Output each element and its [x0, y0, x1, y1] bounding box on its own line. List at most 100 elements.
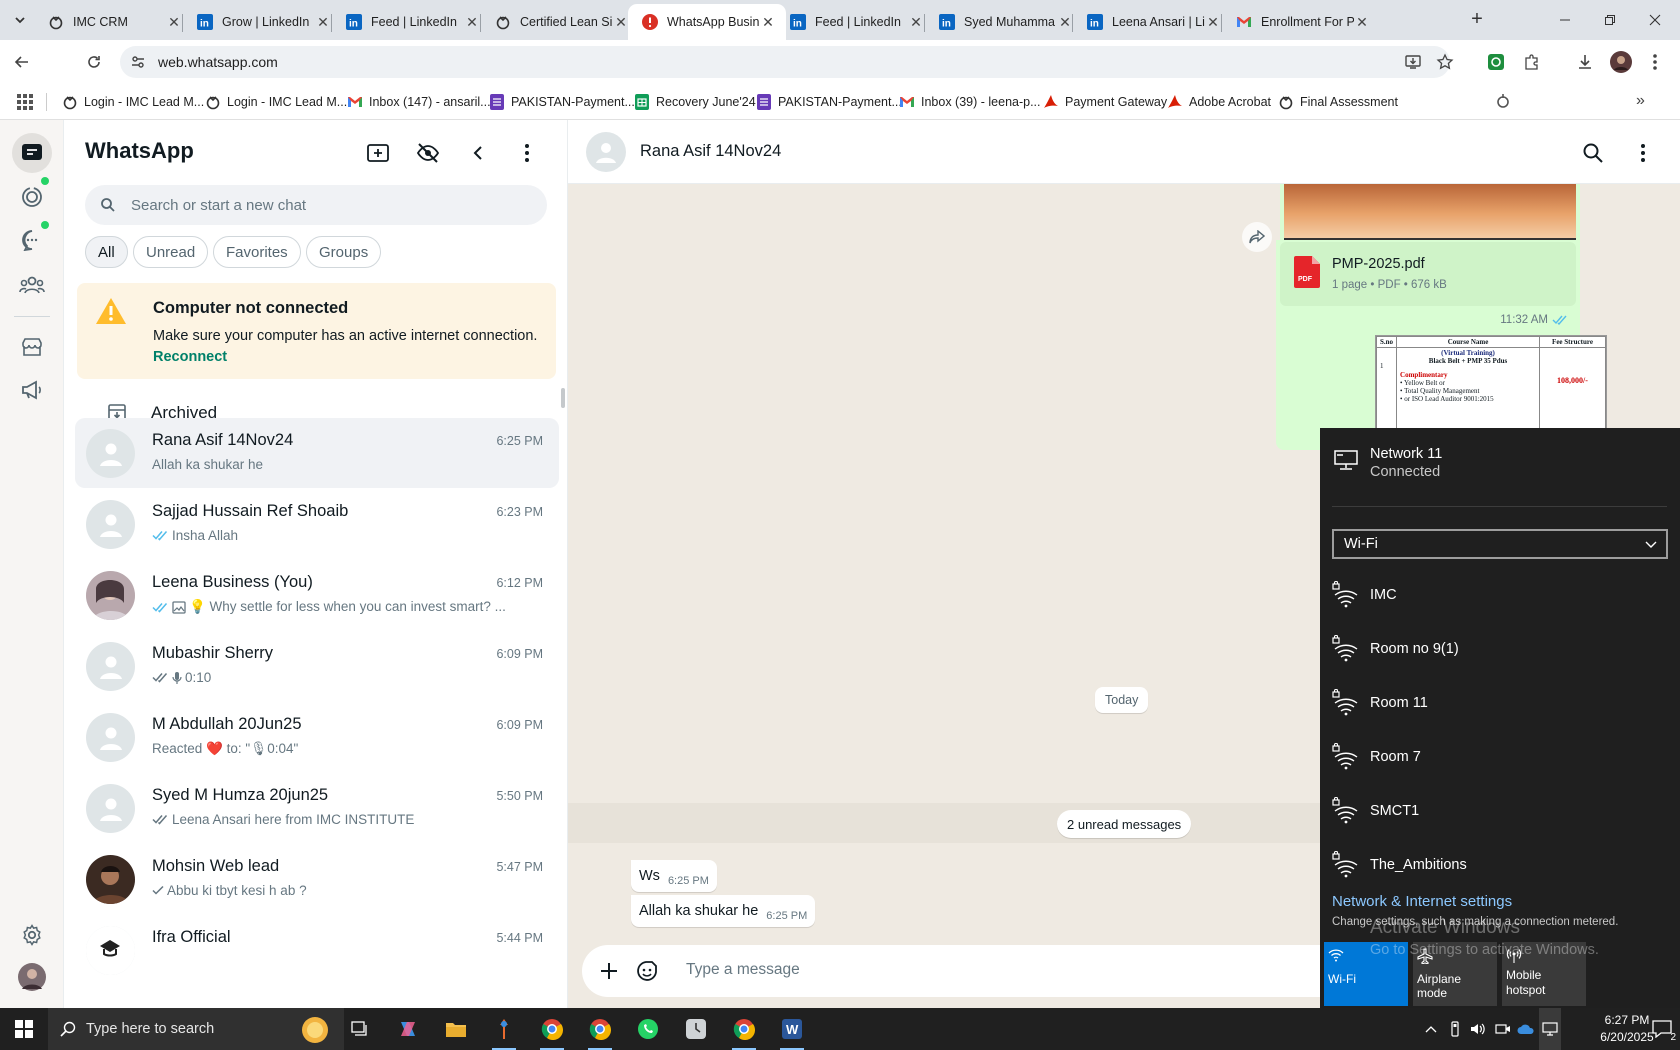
more-bookmarks-button[interactable]: »: [1636, 92, 1645, 110]
browser-tab[interactable]: in Feed | LinkedIn ✕: [776, 4, 934, 40]
extensions-button[interactable]: [1521, 51, 1543, 73]
conversation-search-button[interactable]: [1580, 140, 1606, 166]
close-tab-icon[interactable]: ✕: [1057, 14, 1073, 30]
avatar[interactable]: [86, 642, 135, 691]
apps-grid-button[interactable]: [17, 94, 33, 110]
bookmark-item[interactable]: Inbox (147) - ansaril...: [347, 92, 491, 112]
chat-list-item[interactable]: Mohsin Web lead 5:47 PM Abbu ki tbyt kesi …: [75, 844, 559, 914]
file-explorer-app[interactable]: [432, 1008, 480, 1050]
avatar[interactable]: [86, 855, 135, 904]
volume-tray-icon[interactable]: [1467, 1008, 1489, 1050]
show-hidden-icons-button[interactable]: [1420, 1008, 1442, 1050]
chat-list-item[interactable]: M Abdullah 20Jun25 6:09 PM Reacted ❤️ to: …: [75, 702, 559, 772]
browser-tab[interactable]: in Leena Ansari | Li ✕: [1073, 4, 1231, 40]
image-thumbnail[interactable]: [1284, 184, 1576, 240]
filter-favorites[interactable]: Favorites: [213, 236, 301, 268]
avatar[interactable]: [86, 500, 135, 549]
browser-tab[interactable]: Certified Lean Si ✕: [481, 4, 639, 40]
close-window-button[interactable]: [1630, 0, 1680, 40]
incoming-message[interactable]: Ws 6:25 PM: [631, 860, 717, 892]
contact-avatar[interactable]: [586, 132, 626, 172]
chat-list-item[interactable]: Ifra Official 5:44 PM: [75, 915, 559, 985]
downloads-button[interactable]: [1574, 51, 1596, 73]
address-bar[interactable]: web.whatsapp.com: [120, 46, 1450, 78]
site-info-icon[interactable]: [130, 54, 146, 70]
minimize-button[interactable]: [1540, 0, 1590, 40]
conversation-menu-button[interactable]: [1630, 140, 1656, 166]
wifi-network-item[interactable]: SMCT1: [1332, 786, 1668, 836]
pin-app[interactable]: [480, 1008, 528, 1050]
install-app-button[interactable]: [1402, 51, 1424, 73]
usb-tray-icon[interactable]: [1444, 1008, 1466, 1050]
close-tab-icon[interactable]: ✕: [1205, 14, 1221, 30]
reconnect-link[interactable]: Reconnect: [153, 349, 227, 365]
wifi-network-item[interactable]: The_Ambitions: [1332, 840, 1668, 890]
filter-unread[interactable]: Unread: [133, 236, 209, 268]
bookmark-item[interactable]: Payment Gateway: [1043, 92, 1167, 112]
chat-list-item[interactable]: Mubashir Sherry 6:09 PM 0:10: [75, 631, 559, 701]
bookmark-item[interactable]: Login - IMC Lead M...: [205, 92, 347, 112]
avatar[interactable]: [86, 926, 135, 975]
filter-groups[interactable]: Groups: [306, 236, 382, 268]
chats-nav-button[interactable]: [12, 133, 52, 173]
camera-tray-icon[interactable]: [1492, 1008, 1514, 1050]
close-tab-icon[interactable]: ✕: [1354, 14, 1370, 30]
avatar[interactable]: [86, 784, 135, 833]
avatar[interactable]: [86, 713, 135, 762]
task-view-button[interactable]: [336, 1008, 384, 1050]
chrome-app-3[interactable]: [720, 1008, 768, 1050]
extension-green-button[interactable]: [1485, 51, 1507, 73]
browser-tab[interactable]: WhatsApp Busin ✕: [628, 4, 786, 40]
new-chat-button[interactable]: [365, 140, 391, 166]
forward-button[interactable]: [1242, 222, 1272, 252]
chat-list-item[interactable]: Leena Business (You) 6:12 PM 💡 Why settle …: [75, 560, 559, 630]
restore-button[interactable]: [1585, 0, 1635, 40]
close-tab-icon[interactable]: ✕: [613, 14, 629, 30]
chat-list-scrollbar[interactable]: [561, 388, 565, 408]
browser-tab[interactable]: Enrollment For P ✕: [1222, 4, 1380, 40]
browser-menu-button[interactable]: [1644, 51, 1666, 73]
current-connection[interactable]: Network 11 Connected: [1332, 446, 1442, 480]
incoming-message[interactable]: Allah ka shukar he 6:25 PM: [631, 895, 816, 927]
sticker-button[interactable]: [634, 958, 660, 984]
reload-button[interactable]: [82, 50, 106, 74]
wifi-network-item[interactable]: Room 7: [1332, 732, 1668, 782]
bookmark-item[interactable]: Inbox (39) - leena-p...: [899, 92, 1041, 112]
profile-nav-avatar[interactable]: [16, 961, 48, 993]
menu-button[interactable]: [514, 140, 540, 166]
catalog-nav-button[interactable]: [16, 331, 48, 363]
close-tab-icon[interactable]: ✕: [315, 14, 331, 30]
chat-list-item[interactable]: Sajjad Hussain Ref Shoaib 6:23 PM Insha Al…: [75, 489, 559, 559]
taskbar-search[interactable]: Type here to search: [48, 1008, 344, 1050]
profile-button[interactable]: [1610, 51, 1632, 73]
notification-center-button[interactable]: 2: [1644, 1008, 1680, 1050]
bookmark-extra-icon[interactable]: [1495, 93, 1511, 109]
message-input[interactable]: Type a message: [686, 961, 800, 979]
tab-search-button[interactable]: [8, 8, 32, 32]
avatar[interactable]: [86, 571, 135, 620]
ads-nav-button[interactable]: [16, 374, 48, 406]
bookmark-item[interactable]: Final Assessment: [1278, 92, 1398, 112]
wifi-network-item[interactable]: Room no 9(1): [1332, 624, 1668, 674]
onedrive-tray-icon[interactable]: [1515, 1008, 1537, 1050]
hide-button[interactable]: [415, 140, 441, 166]
whatsapp-app[interactable]: [624, 1008, 672, 1050]
browser-tab[interactable]: in Syed Muhamma ✕: [925, 4, 1083, 40]
adapter-dropdown[interactable]: Wi-Fi: [1332, 529, 1668, 559]
bookmark-item[interactable]: PAKISTAN-Payment...: [756, 92, 902, 112]
wifi-network-item[interactable]: IMC: [1332, 570, 1668, 620]
attach-button[interactable]: [596, 958, 622, 984]
close-tab-icon[interactable]: ✕: [464, 14, 480, 30]
close-tab-icon[interactable]: ✕: [166, 14, 182, 30]
bookmark-item[interactable]: Adobe Acrobat: [1167, 92, 1271, 112]
document-card[interactable]: PDF PMP-2025.pdf 1 page • PDF • 676 kB: [1280, 242, 1576, 306]
filter-all[interactable]: All: [85, 236, 128, 268]
copilot-app[interactable]: [384, 1008, 432, 1050]
bookmark-star-button[interactable]: [1434, 51, 1456, 73]
image-message[interactable]: [1280, 184, 1580, 242]
network-settings-link[interactable]: Network & Internet settings: [1332, 893, 1512, 910]
communities-nav-button[interactable]: [16, 269, 48, 301]
bookmark-item[interactable]: Login - IMC Lead M...: [62, 92, 204, 112]
clock-app[interactable]: [672, 1008, 720, 1050]
chat-list-item[interactable]: Syed M Humza 20jun25 5:50 PM Leena Ansari …: [75, 773, 559, 843]
